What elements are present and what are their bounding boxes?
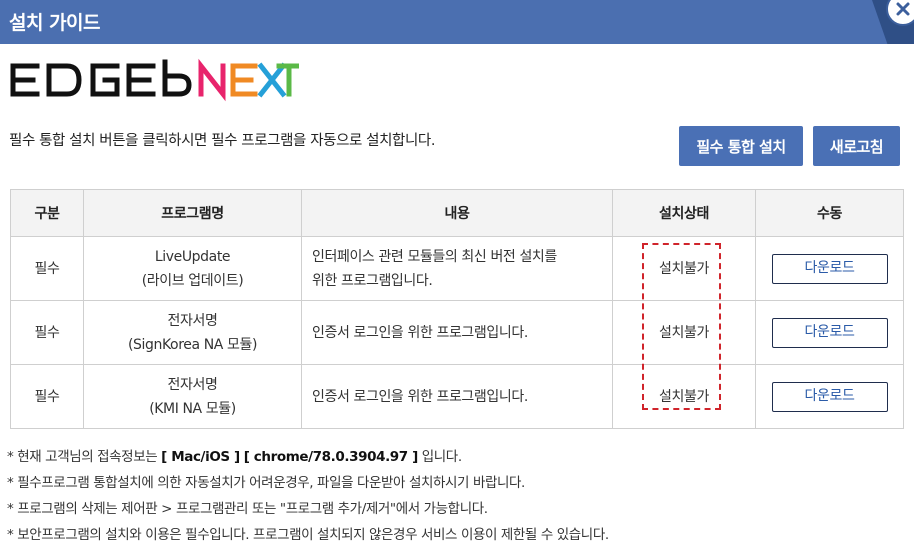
row-manual: 다운로드 — [755, 364, 904, 429]
note-manual-install: * 필수프로그램 통합설치에 의한 자동설치가 어려운경우, 파일을 다운받아 … — [7, 475, 525, 491]
note-connection-info: * 현재 고객님의 접속정보는 [ Mac/iOS ] [ chrome/78.… — [7, 444, 609, 470]
close-icon — [896, 2, 910, 16]
header-type: 구분 — [10, 189, 84, 237]
row-program-name: LiveUpdate (라이브 업데이트) — [83, 236, 302, 301]
row-content: 인증서 로그인을 위한 프로그램입니다. — [301, 300, 613, 365]
program-name: LiveUpdate — [154, 248, 231, 265]
program-name: 전자서명 — [167, 376, 218, 393]
download-button[interactable]: 다운로드 — [771, 253, 888, 284]
notes: * 현재 고객님의 접속정보는 [ Mac/iOS ] [ chrome/78.… — [7, 444, 609, 548]
program-table: 구분 프로그램명 내용 설치상태 수동 필수 LiveUpdate (라이브 업데… — [10, 189, 904, 429]
row-content: 인증서 로그인을 위한 프로그램입니다. — [301, 364, 613, 429]
row-manual: 다운로드 — [755, 300, 904, 365]
header-manual: 수동 — [755, 189, 904, 237]
download-button[interactable]: 다운로드 — [771, 317, 888, 348]
note-uninstall: * 프로그램의 삭제는 제어판 > 프로그램관리 또는 "프로그램 추가/제거"… — [7, 501, 488, 517]
table-header-row: 구분 프로그램명 내용 설치상태 수동 — [10, 189, 904, 237]
table-row: 필수 전자서명 (KMI NA 모듈) 인증서 로그인을 위한 프로그램입니다. … — [10, 364, 904, 429]
program-subname: (KMI NA 모듈) — [149, 400, 236, 417]
note-prefix: * 현재 고객님의 접속정보는 — [7, 449, 162, 465]
refresh-button[interactable]: 새로고침 — [813, 126, 900, 166]
row-status: 설치불가 — [612, 300, 756, 365]
program-subname: (라이브 업데이트) — [141, 272, 244, 289]
row-type: 필수 — [10, 236, 84, 301]
row-status: 설치불가 — [612, 236, 756, 301]
install-description: 필수 통합 설치 버튼을 클릭하시면 필수 프로그램을 자동으로 설치합니다. — [9, 133, 436, 149]
content-line: 인터페이스 관련 모듈들의 최신 버전 설치를 — [312, 248, 557, 265]
header-content: 내용 — [301, 189, 613, 237]
row-type: 필수 — [10, 364, 84, 429]
table-row: 필수 전자서명 (SignKorea NA 모듈) 인증서 로그인을 위한 프로그… — [10, 300, 904, 365]
download-button[interactable]: 다운로드 — [771, 381, 888, 412]
browser-info: [ chrome/78.0.3904.97 ] — [243, 449, 419, 465]
row-content: 인터페이스 관련 모듈들의 최신 버전 설치를위한 프로그램입니다. — [301, 236, 613, 301]
header-program-name: 프로그램명 — [83, 189, 302, 237]
program-name: 전자서명 — [167, 312, 218, 329]
header-status: 설치상태 — [612, 189, 756, 237]
install-all-button[interactable]: 필수 통합 설치 — [679, 126, 803, 166]
row-program-name: 전자서명 (SignKorea NA 모듈) — [83, 300, 302, 365]
os-info: [ Mac/iOS ] — [161, 449, 240, 465]
edge-next-logo — [10, 58, 299, 102]
table-row: 필수 LiveUpdate (라이브 업데이트) 인터페이스 관련 모듈들의 최신… — [10, 236, 904, 301]
row-program-name: 전자서명 (KMI NA 모듈) — [83, 364, 302, 429]
window-title: 설치 가이드 — [9, 12, 101, 34]
note-suffix: 입니다. — [417, 449, 462, 465]
program-subname: (SignKorea NA 모듈) — [127, 336, 258, 353]
row-status: 설치불가 — [612, 364, 756, 429]
title-bar: 설치 가이드 — [0, 0, 914, 44]
content-line: 위한 프로그램입니다. — [312, 272, 433, 289]
row-type: 필수 — [10, 300, 84, 365]
note-required: * 보안프로그램의 설치와 이용은 필수입니다. 프로그램이 설치되지 않은경우… — [7, 527, 609, 543]
row-manual: 다운로드 — [755, 236, 904, 301]
